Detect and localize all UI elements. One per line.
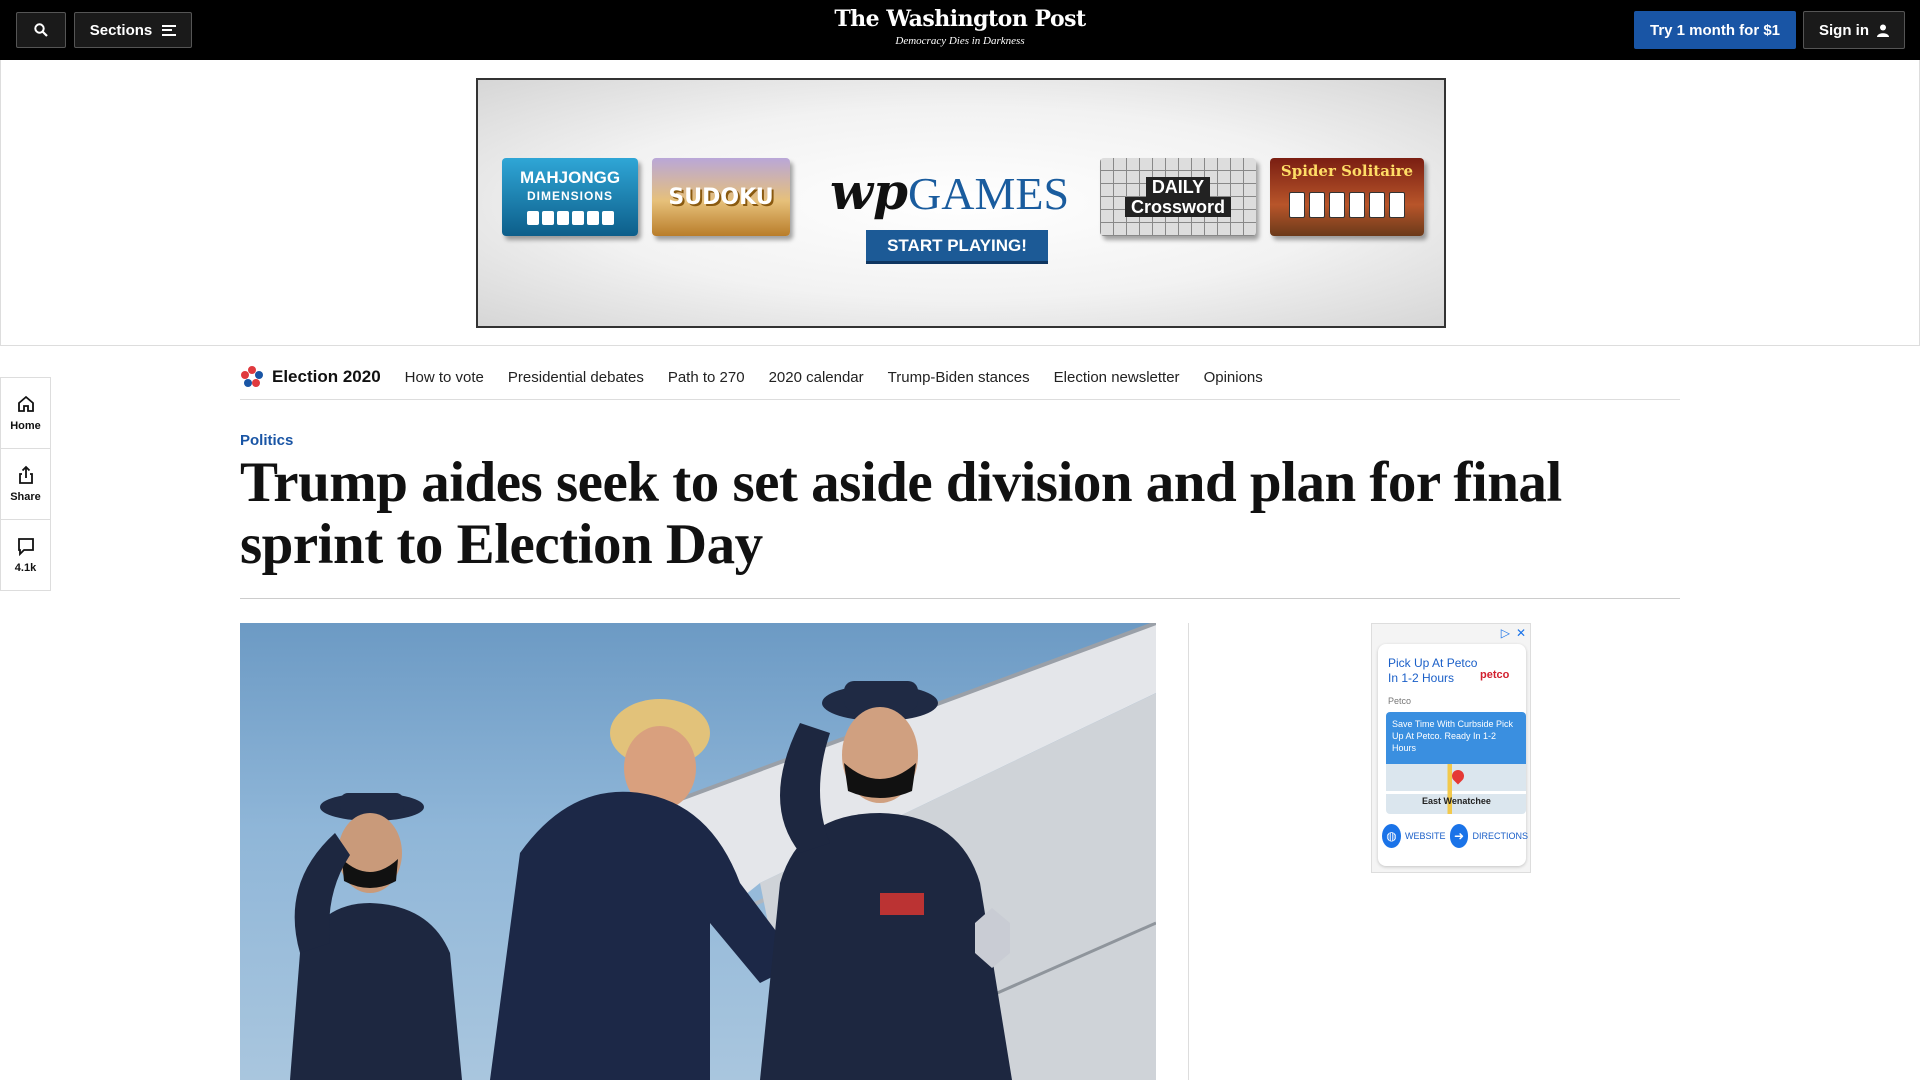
mahjongg-title: MAHJONGG (519, 168, 621, 187)
search-icon (34, 23, 48, 37)
spider-solitaire-game-tile[interactable]: Spider Solitaire (1270, 158, 1424, 236)
search-button[interactable] (16, 12, 66, 48)
map-pin-icon (1449, 767, 1467, 785)
map-location-label: East Wenatchee (1422, 796, 1491, 806)
column-divider (1188, 623, 1189, 1080)
petco-logo: petco (1480, 669, 1510, 681)
ad-choices[interactable]: ▷ ✕ (1501, 626, 1526, 640)
sections-label: Sections (89, 21, 153, 39)
spider-solitaire-title: Spider Solitaire (1280, 162, 1414, 180)
ad-card[interactable]: Pick Up At Petco In 1-2 Hours petco Petc… (1378, 644, 1528, 866)
share-label: Share (10, 491, 41, 503)
ad-advertiser: Petco (1388, 696, 1412, 706)
directions-icon[interactable]: ➜ (1449, 824, 1469, 848)
lead-photo (240, 623, 1156, 1080)
election-2020-link[interactable]: Election 2020 (272, 367, 381, 387)
sign-in-label: Sign in (1819, 21, 1869, 39)
site-logo[interactable]: The Washington Post (760, 6, 1160, 32)
election-2020-nav: Election 2020 How to vote Presidential d… (240, 355, 1680, 400)
comment-icon (17, 538, 34, 556)
globe-icon[interactable]: ◍ (1382, 824, 1401, 848)
nav-link-how-to-vote[interactable]: How to vote (405, 369, 484, 386)
user-icon (1877, 24, 1889, 37)
sections-menu-button[interactable]: Sections (74, 12, 192, 48)
mahjongg-subtitle: DIMENSIONS (526, 189, 613, 203)
nav-link-presidential-debates[interactable]: Presidential debates (508, 369, 644, 386)
crossword-game-tile[interactable]: DAILY Crossword (1100, 158, 1256, 236)
wp-games-ad-banner[interactable]: MAHJONGG DIMENSIONS SUDOKU wpGAMES START… (476, 78, 1446, 328)
airforce-one-stairs-photo (290, 623, 1156, 1080)
top-navigation-bar: Sections The Washington Post Democracy D… (0, 0, 1920, 60)
ad-headline[interactable]: Pick Up At Petco In 1-2 Hours (1388, 656, 1478, 686)
nav-link-opinions[interactable]: Opinions (1204, 369, 1263, 386)
adchoices-icon[interactable]: ▷ (1501, 626, 1510, 640)
top-ad-region: MAHJONGG DIMENSIONS SUDOKU wpGAMES START… (0, 60, 1920, 346)
share-button[interactable]: Share (0, 448, 51, 520)
start-playing-button[interactable]: START PLAYING! (866, 230, 1048, 264)
ad-map[interactable]: East Wenatchee (1386, 764, 1526, 814)
mahjongg-tiles-graphic (526, 211, 614, 225)
comments-button[interactable]: 4.1k (0, 519, 51, 591)
home-label: Home (10, 420, 41, 432)
nav-link-election-newsletter[interactable]: Election newsletter (1054, 369, 1180, 386)
wp-games-logo: wpGAMES (830, 162, 1069, 221)
sudoku-game-tile[interactable]: SUDOKU (652, 158, 790, 236)
sign-in-button[interactable]: Sign in (1803, 11, 1905, 49)
sudoku-title: SUDOKU (668, 184, 774, 210)
games-wordmark: GAMES (908, 168, 1070, 219)
playing-cards-graphic (1289, 192, 1405, 218)
home-button[interactable]: Home (0, 377, 51, 449)
election-star-icon (241, 366, 263, 387)
home-icon (17, 395, 34, 412)
ad-directions-link[interactable]: DIRECTIONS (1472, 831, 1528, 841)
comment-count: 4.1k (14, 562, 37, 574)
nav-link-path-to-270[interactable]: Path to 270 (668, 369, 745, 386)
section-kicker[interactable]: Politics (240, 432, 293, 449)
nav-link-trump-biden-stances[interactable]: Trump-Biden stances (888, 369, 1030, 386)
crossword-title-line1: DAILY (1145, 177, 1211, 197)
article-headline: Trump aides seek to set aside division a… (240, 451, 1562, 576)
share-icon (18, 465, 33, 484)
mahjongg-game-tile[interactable]: MAHJONGG DIMENSIONS (502, 158, 638, 236)
headline-divider (240, 598, 1680, 599)
site-tagline: Democracy Dies in Darkness (895, 35, 1025, 47)
share-rail: Home Share 4.1k (0, 377, 51, 591)
masthead[interactable]: The Washington Post Democracy Dies in Da… (760, 6, 1160, 47)
ad-body: Save Time With Curbside Pick Up At Petco… (1386, 712, 1526, 764)
close-ad-icon[interactable]: ✕ (1516, 626, 1526, 640)
petco-side-ad[interactable]: ▷ ✕ Pick Up At Petco In 1-2 Hours petco … (1371, 623, 1531, 873)
ad-website-link[interactable]: WEBSITE (1405, 831, 1446, 841)
hamburger-icon (162, 24, 177, 36)
wp-logo-mark: wp (830, 162, 909, 221)
nav-link-2020-calendar[interactable]: 2020 calendar (769, 369, 864, 386)
crossword-title-line2: Crossword (1124, 197, 1232, 217)
ad-actions: ◍ WEBSITE ➜ DIRECTIONS (1382, 824, 1528, 848)
subscribe-button[interactable]: Try 1 month for $1 (1634, 11, 1796, 49)
